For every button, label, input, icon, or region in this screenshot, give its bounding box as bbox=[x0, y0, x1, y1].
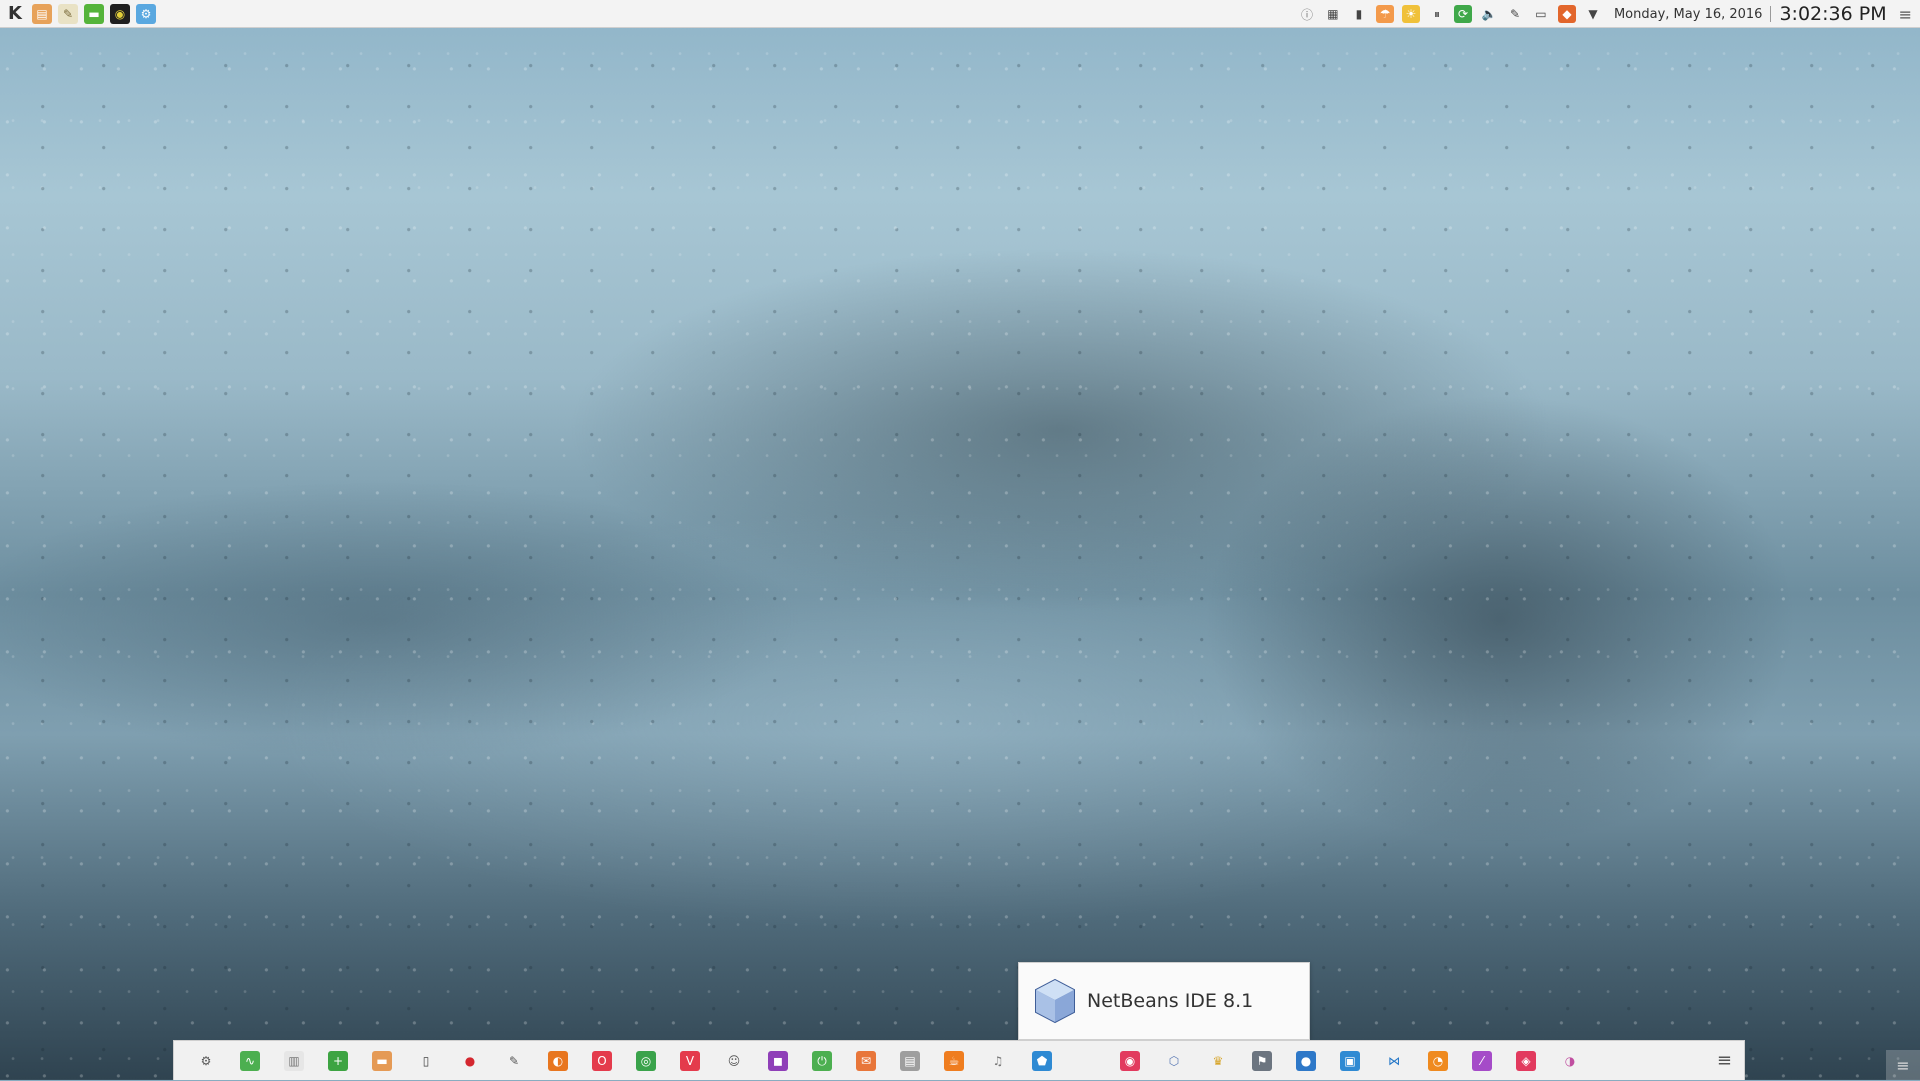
separator bbox=[1770, 6, 1772, 22]
dock-item-game[interactable]: ♛ bbox=[1196, 1041, 1240, 1081]
file-manager-icon[interactable]: ▤ bbox=[32, 3, 52, 24]
dock: ⚙ ∿ ▥ + ▬ ▯ ● ✎ ◐ O ◎ V ☺ ◼ ⏻ ✉ ▤ ☕ ♫ ⬟ ◉ ⬡ ♛ ⚑ ● ▣ ⋈ ◔ ⁄ ◈ ◑ ≡ bbox=[173, 1040, 1745, 1080]
usb-drive-icon[interactable]: ▮ bbox=[1350, 5, 1368, 23]
dock-item-panel[interactable]: ▥ bbox=[272, 1041, 316, 1081]
spreadsheet-icon: + bbox=[328, 1050, 348, 1071]
blender-icon: ◔ bbox=[1428, 1050, 1448, 1071]
cherry-icon: ● bbox=[464, 1053, 476, 1068]
dock-item-chat[interactable]: ◼ bbox=[756, 1041, 800, 1081]
brush-icon: ⁄ bbox=[1472, 1050, 1492, 1071]
system-settings-icon[interactable]: ⚙ bbox=[136, 3, 156, 24]
dock-item-netbeans[interactable]: ⬡ bbox=[1152, 1041, 1196, 1081]
archive-icon: ▤ bbox=[900, 1050, 920, 1071]
dock-item-archive[interactable]: ▤ bbox=[888, 1041, 932, 1081]
shield-icon: ⬟ bbox=[1032, 1050, 1052, 1071]
dock-item-screenshot[interactable]: ◉ bbox=[1108, 1041, 1152, 1081]
dock-item-opera[interactable]: O bbox=[580, 1041, 624, 1081]
dock-item-power[interactable]: ⏻ bbox=[800, 1041, 844, 1081]
firewall-icon[interactable]: ◆ bbox=[1557, 5, 1576, 23]
pidgin-icon: ☺ bbox=[727, 1053, 741, 1068]
dock-item-photo[interactable]: ◈ bbox=[1504, 1041, 1548, 1081]
opera-icon: O bbox=[592, 1050, 612, 1071]
volume-icon[interactable]: 🔈 bbox=[1480, 5, 1498, 23]
dock-item-firefox[interactable]: ◐ bbox=[536, 1041, 580, 1081]
dock-item-vivaldi[interactable]: V bbox=[668, 1041, 712, 1081]
chrome-icon: ◎ bbox=[636, 1050, 656, 1071]
screenshot-icon: ◉ bbox=[1120, 1050, 1140, 1071]
dock-menu-icon[interactable]: ≡ bbox=[1717, 1050, 1732, 1071]
bookmark-icon: ⚑ bbox=[1252, 1050, 1272, 1071]
java-icon: ☕ bbox=[944, 1050, 964, 1071]
settings-icon: ⚙ bbox=[200, 1053, 212, 1068]
vscode-icon: ⋈ bbox=[1388, 1053, 1400, 1068]
dock-item-globe[interactable]: ● bbox=[1284, 1041, 1328, 1081]
web-browser-icon[interactable]: ◉ bbox=[110, 3, 130, 24]
dock-item-music[interactable]: ♫ bbox=[976, 1041, 1020, 1081]
expand-tray-icon[interactable]: ▼ bbox=[1584, 5, 1602, 23]
tray-icons: ⓘ ▦ ▮ ☂ ☀ ⏸ ⟳ 🔈 ✎ ▭ ◆ ▼ bbox=[1298, 5, 1602, 23]
dock-item-pidgin[interactable]: ☺ bbox=[712, 1041, 756, 1081]
dock-item-chrome[interactable]: ◎ bbox=[624, 1041, 668, 1081]
terminal-icon[interactable]: ▬ bbox=[84, 3, 104, 24]
desktop-corner-button[interactable]: ≡ bbox=[1886, 1050, 1920, 1080]
dock-item-spacer-a bbox=[1064, 1041, 1108, 1081]
dock-item-vscode[interactable]: ⋈ bbox=[1372, 1041, 1416, 1081]
system-monitor-icon: ∿ bbox=[240, 1050, 260, 1071]
update-icon[interactable]: ⟳ bbox=[1453, 5, 1472, 23]
power-icon: ⏻ bbox=[812, 1050, 832, 1071]
dock-item-text-editor[interactable]: ✎ bbox=[492, 1041, 536, 1081]
text-document-icon: ▯ bbox=[422, 1053, 430, 1068]
tooltip-text: NetBeans IDE 8.1 bbox=[1087, 990, 1254, 1012]
wallpaper-rain bbox=[0, 0, 1920, 1080]
dock-item-bookmark[interactable]: ⚑ bbox=[1240, 1041, 1284, 1081]
dock-item-blender[interactable]: ◔ bbox=[1416, 1041, 1460, 1081]
dock-item-brush[interactable]: ⁄ bbox=[1460, 1041, 1504, 1081]
dock-tooltip: NetBeans IDE 8.1 bbox=[1018, 962, 1310, 1040]
dock-item-window[interactable]: ▣ bbox=[1328, 1041, 1372, 1081]
clipboard-icon[interactable]: ▦ bbox=[1324, 5, 1342, 23]
panel-menu-icon[interactable]: ≡ bbox=[1899, 5, 1912, 24]
dock-item-cherry[interactable]: ● bbox=[448, 1041, 492, 1081]
clock[interactable]: 3:02:36 PM bbox=[1779, 3, 1886, 25]
window-icon: ▣ bbox=[1340, 1050, 1360, 1071]
netbeans-icon: ⬡ bbox=[1168, 1053, 1180, 1068]
launcher-area: K ▤ ✎ ▬ ◉ ⚙ bbox=[0, 3, 156, 25]
pen-icon[interactable]: ✎ bbox=[1506, 5, 1524, 23]
date-label[interactable]: Monday, May 16, 2016 bbox=[1614, 7, 1762, 22]
notes-icon[interactable]: ✎ bbox=[58, 3, 78, 24]
text-editor-icon: ✎ bbox=[508, 1053, 520, 1068]
vivaldi-icon: V bbox=[680, 1050, 700, 1071]
media-pause-icon[interactable]: ⏸ bbox=[1428, 5, 1446, 23]
panel-icon: ▥ bbox=[284, 1050, 304, 1071]
dock-item-system-monitor[interactable]: ∿ bbox=[228, 1041, 272, 1081]
game-icon: ♛ bbox=[1212, 1053, 1224, 1068]
sun-cloud-icon[interactable]: ☀ bbox=[1401, 5, 1420, 23]
info-icon[interactable]: ⓘ bbox=[1298, 5, 1316, 23]
display-icon[interactable]: ▭ bbox=[1532, 5, 1550, 23]
dock-item-text-document[interactable]: ▯ bbox=[404, 1041, 448, 1081]
chat-icon: ◼ bbox=[768, 1050, 788, 1071]
music-icon: ♫ bbox=[992, 1053, 1004, 1068]
dock-item-shield[interactable]: ⬟ bbox=[1020, 1041, 1064, 1081]
dock-items: ⚙ ∿ ▥ + ▬ ▯ ● ✎ ◐ O ◎ V ☺ ◼ ⏻ ✉ ▤ ☕ ♫ ⬟ ◉ ⬡ ♛ ⚑ ● ▣ ⋈ ◔ ⁄ ◈ ◑ bbox=[174, 1041, 1744, 1081]
mail-icon: ✉ bbox=[856, 1050, 876, 1071]
dock-item-folder[interactable]: ▬ bbox=[360, 1041, 404, 1081]
top-panel: K ▤ ✎ ▬ ◉ ⚙ ⓘ ▦ ▮ ☂ ☀ ⏸ ⟳ 🔈 ✎ ▭ ◆ ▼ Monday, May 16, 2016… bbox=[0, 0, 1920, 28]
netbeans-cube-icon bbox=[1035, 978, 1075, 1024]
globe-icon: ● bbox=[1296, 1050, 1316, 1071]
kde-launcher-icon[interactable]: K bbox=[4, 3, 26, 25]
dock-item-settings[interactable]: ⚙ bbox=[184, 1041, 228, 1081]
folder-icon: ▬ bbox=[372, 1050, 392, 1071]
dock-item-mail[interactable]: ✉ bbox=[844, 1041, 888, 1081]
system-tray: ⓘ ▦ ▮ ☂ ☀ ⏸ ⟳ 🔈 ✎ ▭ ◆ ▼ Monday, May 16, 2016 3:02:3… bbox=[1298, 0, 1920, 28]
dock-item-spreadsheet[interactable]: + bbox=[316, 1041, 360, 1081]
dock-item-java[interactable]: ☕ bbox=[932, 1041, 976, 1081]
weather-icon[interactable]: ☂ bbox=[1375, 5, 1394, 23]
dock-item-color-picker[interactable]: ◑ bbox=[1548, 1041, 1592, 1081]
color-picker-icon: ◑ bbox=[1564, 1053, 1576, 1068]
firefox-icon: ◐ bbox=[548, 1050, 568, 1071]
photo-icon: ◈ bbox=[1516, 1050, 1536, 1071]
